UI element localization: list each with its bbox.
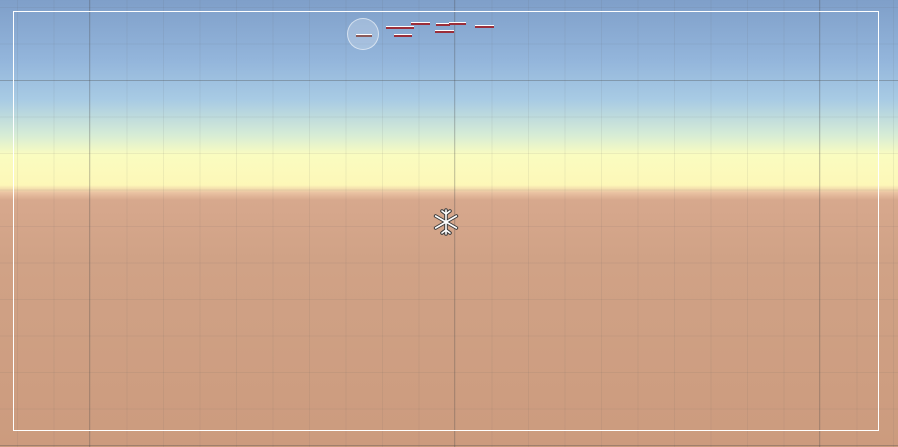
ui-bar-3[interactable] xyxy=(436,23,450,26)
ui-bar-4[interactable] xyxy=(449,22,466,25)
scene-viewport[interactable] xyxy=(0,0,898,447)
ui-bar-5[interactable] xyxy=(475,25,494,28)
ui-bar-2[interactable] xyxy=(411,22,430,25)
directional-light-icon[interactable] xyxy=(432,208,460,236)
button-bar xyxy=(356,34,372,37)
ui-bar-7[interactable] xyxy=(435,30,454,33)
circle-button-icon[interactable] xyxy=(347,18,379,50)
ui-bar-6[interactable] xyxy=(394,34,412,37)
ui-bar-1[interactable] xyxy=(386,26,414,29)
